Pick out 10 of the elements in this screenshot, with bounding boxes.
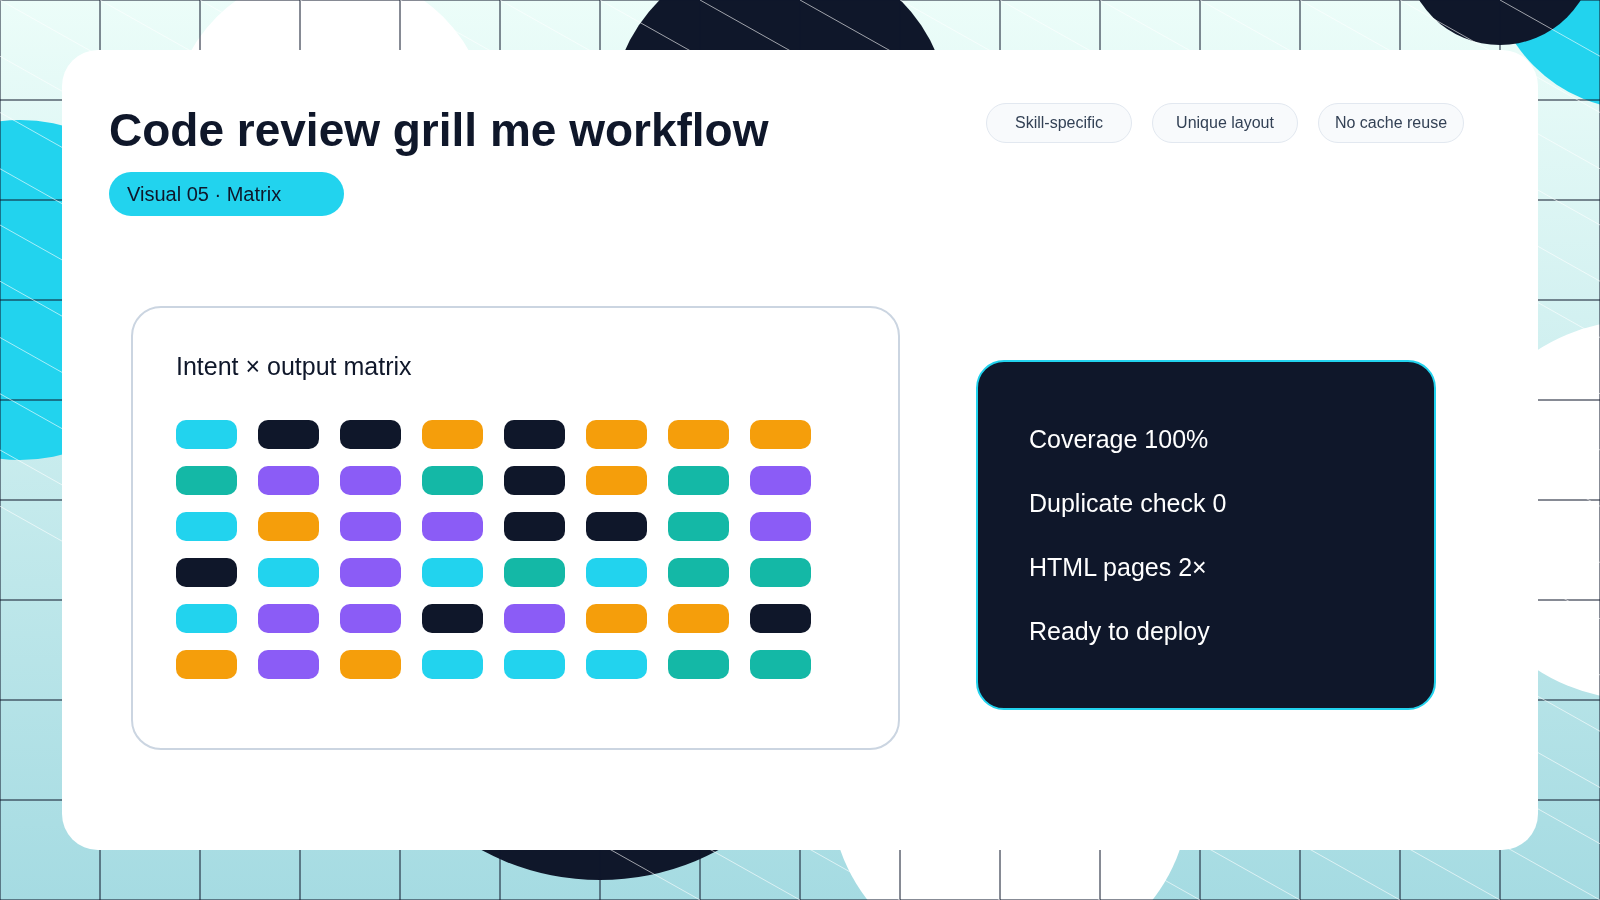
stat-line: Coverage 100% [1029, 424, 1210, 455]
slide-title: Code review grill me workflow [109, 103, 769, 158]
visual-badge: Visual 05 · Matrix [109, 172, 344, 216]
tag-chip: No cache reuse [1318, 103, 1464, 143]
matrix-title: Intent × output matrix [176, 351, 413, 382]
stat-line: Duplicate check 0 [1029, 488, 1228, 519]
tag-chip: Unique layout [1152, 103, 1298, 143]
stat-line: HTML pages 2× [1029, 552, 1208, 583]
stat-line: Ready to deploy [1029, 616, 1211, 647]
tag-chip: Skill-specific [986, 103, 1132, 143]
